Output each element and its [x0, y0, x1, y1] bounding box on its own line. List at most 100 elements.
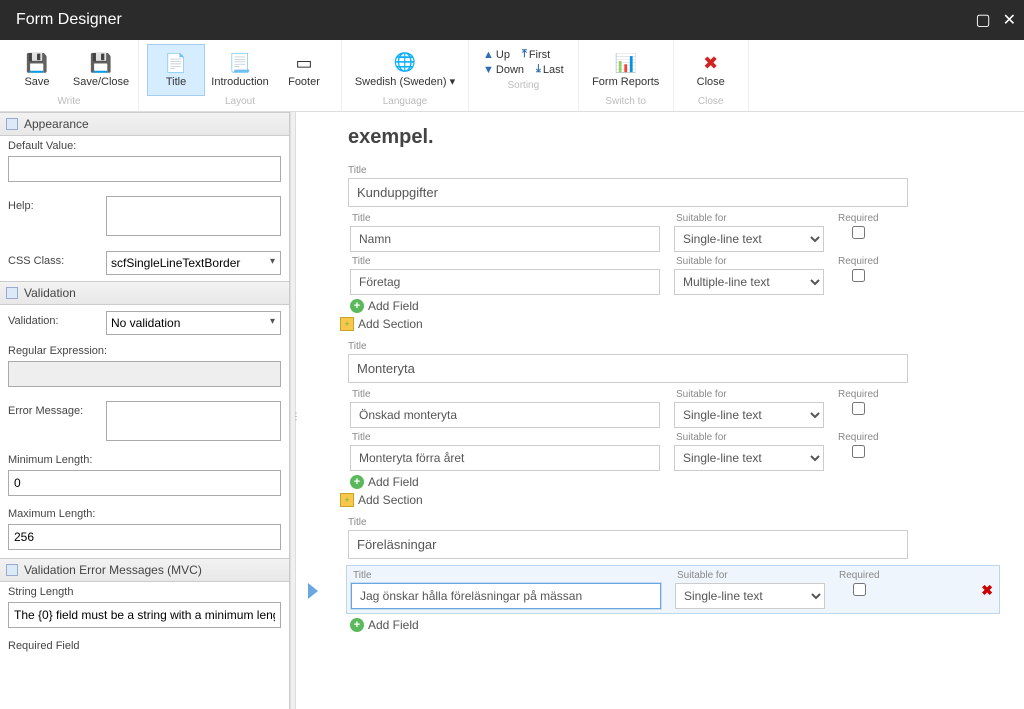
plus-icon: +: [350, 299, 364, 313]
section-title-input[interactable]: [348, 354, 908, 383]
close-button[interactable]: ✖ Close: [682, 44, 740, 96]
string-length-input[interactable]: [8, 602, 281, 628]
field-title-input[interactable]: [350, 445, 660, 471]
field-title-input[interactable]: [350, 269, 660, 295]
language-label: Swedish (Sweden) ▾: [355, 75, 455, 88]
layout-footer-button[interactable]: ▭ Footer: [275, 44, 333, 96]
section-block: Title: [348, 165, 1000, 207]
ribbon-group-write: 💾 Save 💾 Save/Close Write: [0, 40, 139, 111]
max-length-label: Maximum Length:: [8, 508, 281, 520]
suitable-for-label: Suitable for: [677, 570, 825, 581]
section-title-input[interactable]: [348, 530, 908, 559]
required-checkbox[interactable]: [852, 402, 865, 415]
field-row[interactable]: Title Suitable for Single-line text Mult…: [350, 389, 1000, 428]
form-canvas: exempel. Title Title Suitable for Single…: [296, 112, 1024, 709]
add-section-icon: +: [340, 317, 354, 331]
required-checkbox[interactable]: [852, 269, 865, 282]
ribbon-group-label: Sorting: [508, 80, 540, 91]
suitable-for-label: Suitable for: [676, 213, 824, 224]
window-titlebar: Form Designer ▢ ✕: [0, 0, 1024, 40]
section-block: Title: [348, 341, 1000, 383]
layout-introduction-button[interactable]: 📃 Introduction: [211, 44, 269, 96]
window-close-icon[interactable]: ✕: [1003, 10, 1016, 30]
introduction-icon: 📃: [229, 53, 251, 74]
save-button[interactable]: 💾 Save: [8, 44, 66, 96]
save-close-button[interactable]: 💾 Save/Close: [72, 44, 130, 96]
save-label: Save: [24, 76, 49, 88]
required-label: Required: [838, 213, 879, 224]
delete-field-icon[interactable]: ✖: [981, 582, 993, 599]
css-class-input[interactable]: [106, 251, 281, 275]
section-title-input[interactable]: [348, 178, 908, 207]
required-checkbox[interactable]: [852, 445, 865, 458]
close-icon: ✖: [703, 53, 718, 74]
sort-last-button[interactable]: ⤓Last: [536, 63, 564, 76]
string-length-label: String Length: [8, 586, 281, 598]
required-checkbox[interactable]: [852, 226, 865, 239]
section-block: Title: [348, 517, 1000, 559]
required-label: Required: [838, 256, 879, 267]
max-length-input[interactable]: [8, 524, 281, 550]
save-icon: 💾: [26, 53, 48, 74]
field-title-input[interactable]: [350, 226, 660, 252]
sort-down-button[interactable]: ▼Down: [483, 63, 524, 76]
validation-select[interactable]: [106, 311, 281, 335]
suitable-for-select[interactable]: Single-line text Multiple-line text: [675, 583, 825, 609]
add-section-icon: +: [340, 493, 354, 507]
default-value-label: Default Value:: [8, 140, 281, 152]
suitable-for-select[interactable]: Single-line text Multiple-line text: [674, 226, 824, 252]
field-row[interactable]: Title Suitable for Single-line text Mult…: [350, 256, 1000, 295]
field-title-input[interactable]: [350, 402, 660, 428]
window-maximize-icon[interactable]: ▢: [975, 10, 990, 30]
sort-first-button[interactable]: ⤒First: [522, 48, 550, 61]
min-length-label: Minimum Length:: [8, 454, 281, 466]
validation-label: Validation:: [8, 311, 98, 327]
save-close-icon: 💾: [90, 53, 112, 74]
required-field-label: Required Field: [8, 640, 281, 652]
suitable-for-label: Suitable for: [676, 256, 824, 267]
validation-header[interactable]: Validation: [0, 281, 289, 305]
window-title: Form Designer: [8, 11, 122, 29]
default-value-input[interactable]: [8, 156, 281, 182]
section-title-label: Title: [348, 165, 1000, 176]
suitable-for-select[interactable]: Single-line text Multiple-line text: [674, 402, 824, 428]
help-label: Help:: [8, 196, 98, 212]
help-input[interactable]: [106, 196, 281, 236]
field-row[interactable]: Title Suitable for Single-line text Mult…: [350, 213, 1000, 252]
ribbon-group-label: Switch to: [605, 96, 646, 107]
suitable-for-select[interactable]: Single-line text Multiple-line text: [674, 445, 824, 471]
plus-icon: +: [350, 618, 364, 632]
ribbon: 💾 Save 💾 Save/Close Write 📄 Title 📃 Intr…: [0, 40, 1024, 112]
add-field-button[interactable]: +Add Field: [350, 475, 1000, 489]
mvc-header[interactable]: Validation Error Messages (MVC): [0, 558, 289, 582]
plus-icon: +: [350, 475, 364, 489]
add-section-button[interactable]: +Add Section: [340, 493, 1000, 507]
workspace: Appearance Default Value: Help: CSS Clas…: [0, 112, 1024, 709]
add-field-button[interactable]: +Add Field: [350, 618, 1000, 632]
ribbon-group-language: 🌐 Swedish (Sweden) ▾ Language: [342, 40, 469, 111]
error-message-input[interactable]: [106, 401, 281, 441]
layout-title-button[interactable]: 📄 Title: [147, 44, 205, 96]
language-button[interactable]: 🌐 Swedish (Sweden) ▾: [350, 44, 460, 96]
required-label: Required: [839, 570, 880, 581]
ribbon-group-switch: 📊 Form Reports Switch to: [579, 40, 674, 111]
sort-up-button[interactable]: ▲Up: [483, 48, 510, 61]
reports-icon: 📊: [614, 53, 636, 74]
properties-panel: Appearance Default Value: Help: CSS Clas…: [0, 112, 290, 709]
form-reports-button[interactable]: 📊 Form Reports: [587, 44, 665, 96]
required-checkbox[interactable]: [853, 583, 866, 596]
field-title-label: Title: [352, 432, 660, 443]
section-title-label: Title: [348, 341, 1000, 352]
add-section-button[interactable]: +Add Section: [340, 317, 1000, 331]
ribbon-group-label: Close: [698, 96, 724, 107]
min-length-input[interactable]: [8, 470, 281, 496]
close-label: Close: [697, 76, 725, 88]
title-icon: 📄: [165, 53, 187, 74]
field-row[interactable]: Title Suitable for Single-line text Mult…: [350, 432, 1000, 471]
add-field-button[interactable]: +Add Field: [350, 299, 1000, 313]
field-row[interactable]: Title Suitable for Single-line text Mult…: [346, 565, 1000, 614]
field-title-input[interactable]: [351, 583, 661, 609]
suitable-for-select[interactable]: Single-line text Multiple-line text: [674, 269, 824, 295]
appearance-header[interactable]: Appearance: [0, 112, 289, 136]
footer-icon: ▭: [295, 53, 312, 74]
